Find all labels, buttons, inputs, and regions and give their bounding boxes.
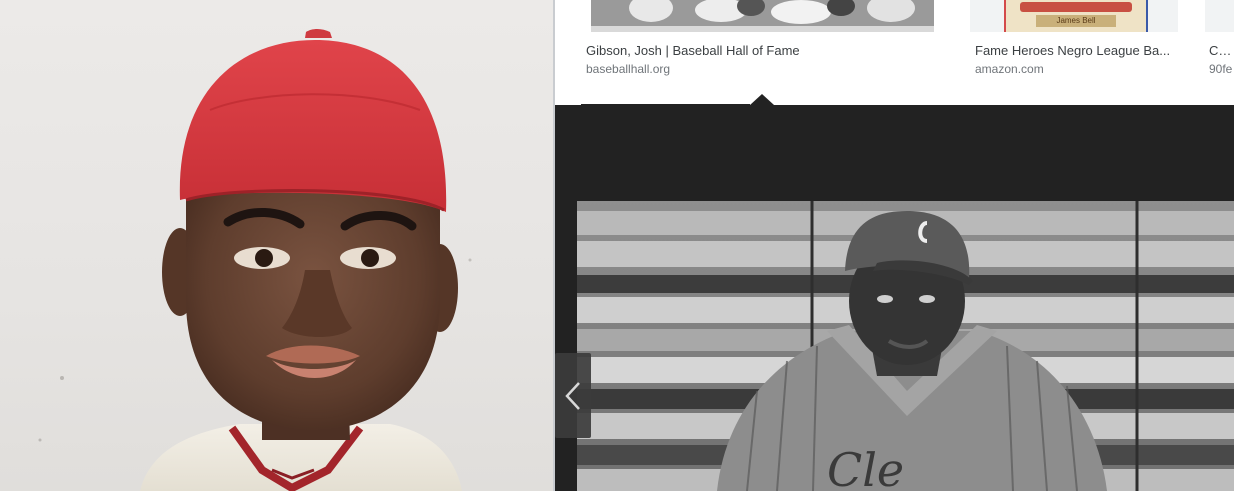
preview-image[interactable]: Cle [577,201,1234,491]
result-thumbnail[interactable]: James Bell [970,0,1178,32]
selected-result-caret [750,94,774,105]
result-card-amazon[interactable]: James Bell Fame Heroes Negro League Ba..… [970,0,1184,105]
result-thumbnail[interactable] [591,0,934,32]
result-title[interactable]: Fame Heroes Negro League Ba... [975,43,1175,58]
selection-underline [581,104,750,105]
vintage-player-photo: Cle [577,201,1234,491]
card-banner [1020,2,1132,12]
chevron-left-icon [565,381,580,410]
trading-card-image: James Bell [1004,0,1148,32]
result-title[interactable]: Cam [1209,43,1234,58]
result-source: 90fe [1209,62,1233,76]
result-source: baseballhall.org [586,62,671,76]
previous-image-button[interactable] [555,353,591,438]
team-photo-thumbnail [591,0,934,32]
result-card-hall-of-fame[interactable]: Gibson, Josh | Baseball Hall of Fame bas… [581,0,944,105]
result-title[interactable]: Gibson, Josh | Baseball Hall of Fame [586,43,936,58]
bobblehead-photo [0,0,553,491]
card-caption: James Bell [1036,15,1116,27]
result-source: amazon.com [975,62,1044,76]
svg-text:Cle: Cle [827,443,904,491]
result-card-90feet[interactable]: Cam 90fe [1205,0,1234,105]
related-results-strip: Gibson, Josh | Baseball Hall of Fame bas… [555,0,1234,105]
bobblehead-illustration [38,29,472,491]
result-thumbnail[interactable] [1205,0,1234,32]
